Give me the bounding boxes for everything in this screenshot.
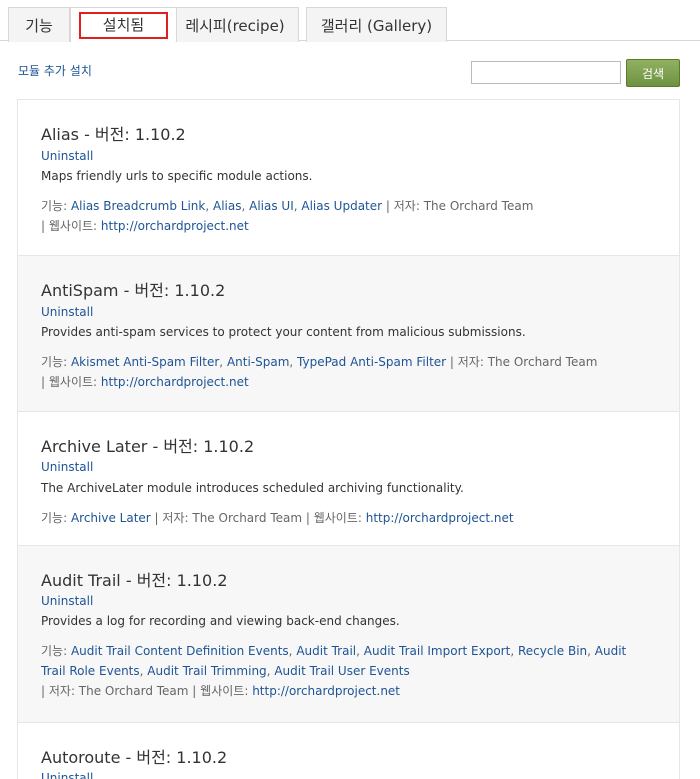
feature-link[interactable]: Alias Breadcrumb Link [71,199,205,213]
feature-link[interactable]: Audit Trail Content Definition Events [71,644,289,658]
module-item-alias: Alias - 버전: 1.10.2 Uninstall Maps friend… [18,100,679,256]
module-item-audit-trail: Audit Trail - 버전: 1.10.2 Uninstall Provi… [18,546,679,723]
separator: , [219,355,227,369]
website-link[interactable]: http://orchardproject.net [101,375,249,389]
module-item-archive-later: Archive Later - 버전: 1.10.2 Uninstall The… [18,412,679,546]
features-label: 기능: [41,199,71,213]
module-description: Provides anti-spam services to protect y… [41,325,526,339]
tab-features[interactable]: 기능 [8,7,70,42]
author-name: The Orchard Team [487,355,598,369]
author-label: | 저자: [446,355,488,369]
module-meta: 기능: Audit Trail Content Definition Event… [41,641,651,701]
uninstall-link[interactable]: Uninstall [41,771,93,779]
module-title: Audit Trail - 버전: 1.10.2 [41,571,228,590]
separator: , [356,644,364,658]
feature-link[interactable]: Audit Trail Trimming [147,664,266,678]
module-title: Autoroute - 버전: 1.10.2 [41,748,228,767]
tab-label: 레시피(recipe) [185,16,285,35]
module-description: Maps friendly urls to specific module ac… [41,169,313,183]
author-name: The Orchard Team [78,684,189,698]
tab-bar: 기능 레시피(recipe) 설치됨 갤러리 (Gallery) [0,0,700,42]
module-title: Alias - 버전: 1.10.2 [41,125,186,144]
tab-label: 기능 [25,16,53,35]
add-module-link[interactable]: 모듈 추가 설치 [18,62,92,79]
author-label: | 저자: [41,684,79,698]
tab-installed[interactable]: 설치됨 [70,7,177,42]
module-meta: 기능: Alias Breadcrumb Link, Alias, Alias … [41,196,651,236]
separator: , [289,355,298,369]
feature-link[interactable]: Audit Trail User Events [274,664,409,678]
website-link[interactable]: http://orchardproject.net [101,219,249,233]
module-meta: 기능: Akismet Anti-Spam Filter, Anti-Spam,… [41,352,651,392]
module-item-autoroute: Autoroute - 버전: 1.10.2 Uninstall [18,723,679,779]
features-label: 기능: [41,355,71,369]
tab-recipes[interactable]: 레시피(recipe) [171,7,299,42]
module-title: Archive Later - 버전: 1.10.2 [41,437,255,456]
module-description: Provides a log for recording and viewing… [41,614,400,628]
module-item-antispam: AntiSpam - 버전: 1.10.2 Uninstall Provides… [18,256,679,412]
feature-link[interactable]: Audit Trail Import Export [364,644,511,658]
author-label: | 저자: [150,511,193,525]
feature-link[interactable]: TypePad Anti-Spam Filter [297,355,446,369]
separator: , [510,644,518,658]
features-label: 기능: [41,511,71,525]
uninstall-link[interactable]: Uninstall [41,460,93,474]
uninstall-link[interactable]: Uninstall [41,594,93,608]
search-input[interactable] [471,61,621,84]
features-label: 기능: [41,644,71,658]
uninstall-link[interactable]: Uninstall [41,149,93,163]
separator: , [241,199,250,213]
website-label: | 웹사이트: [41,375,101,389]
author-name: The Orchard Team [192,511,303,525]
feature-link[interactable]: Anti-Spam [227,355,289,369]
feature-link[interactable]: Recycle Bin [518,644,587,658]
module-description: The ArchiveLater module introduces sched… [41,481,464,495]
feature-link[interactable]: Akismet Anti-Spam Filter [71,355,219,369]
tab-label: 갤러리 (Gallery) [320,16,433,35]
module-list: Alias - 버전: 1.10.2 Uninstall Maps friend… [17,99,680,779]
feature-link[interactable]: Audit Trail [296,644,356,658]
website-label: | 웹사이트: [302,511,366,525]
tab-label: 설치됨 [78,11,169,39]
tab-gallery[interactable]: 갤러리 (Gallery) [306,7,447,42]
website-label: | 웹사이트: [188,684,253,698]
module-meta: 기능: Archive Later | 저자: The Orchard Team… [41,508,651,528]
author-name: The Orchard Team [423,199,534,213]
website-link[interactable]: http://orchardproject.net [252,684,400,698]
module-title: AntiSpam - 버전: 1.10.2 [41,281,226,300]
separator: , [587,644,595,658]
search-button[interactable]: 검색 [626,59,680,87]
feature-link[interactable]: Alias Updater [301,199,382,213]
author-label: | 저자: [382,199,424,213]
feature-link[interactable]: Alias [213,199,241,213]
uninstall-link[interactable]: Uninstall [41,305,93,319]
feature-link[interactable]: Archive Later [71,511,151,525]
feature-link[interactable]: Alias UI [249,199,294,213]
separator: , [205,199,213,213]
website-link[interactable]: http://orchardproject.net [366,511,514,525]
website-label: | 웹사이트: [41,219,101,233]
